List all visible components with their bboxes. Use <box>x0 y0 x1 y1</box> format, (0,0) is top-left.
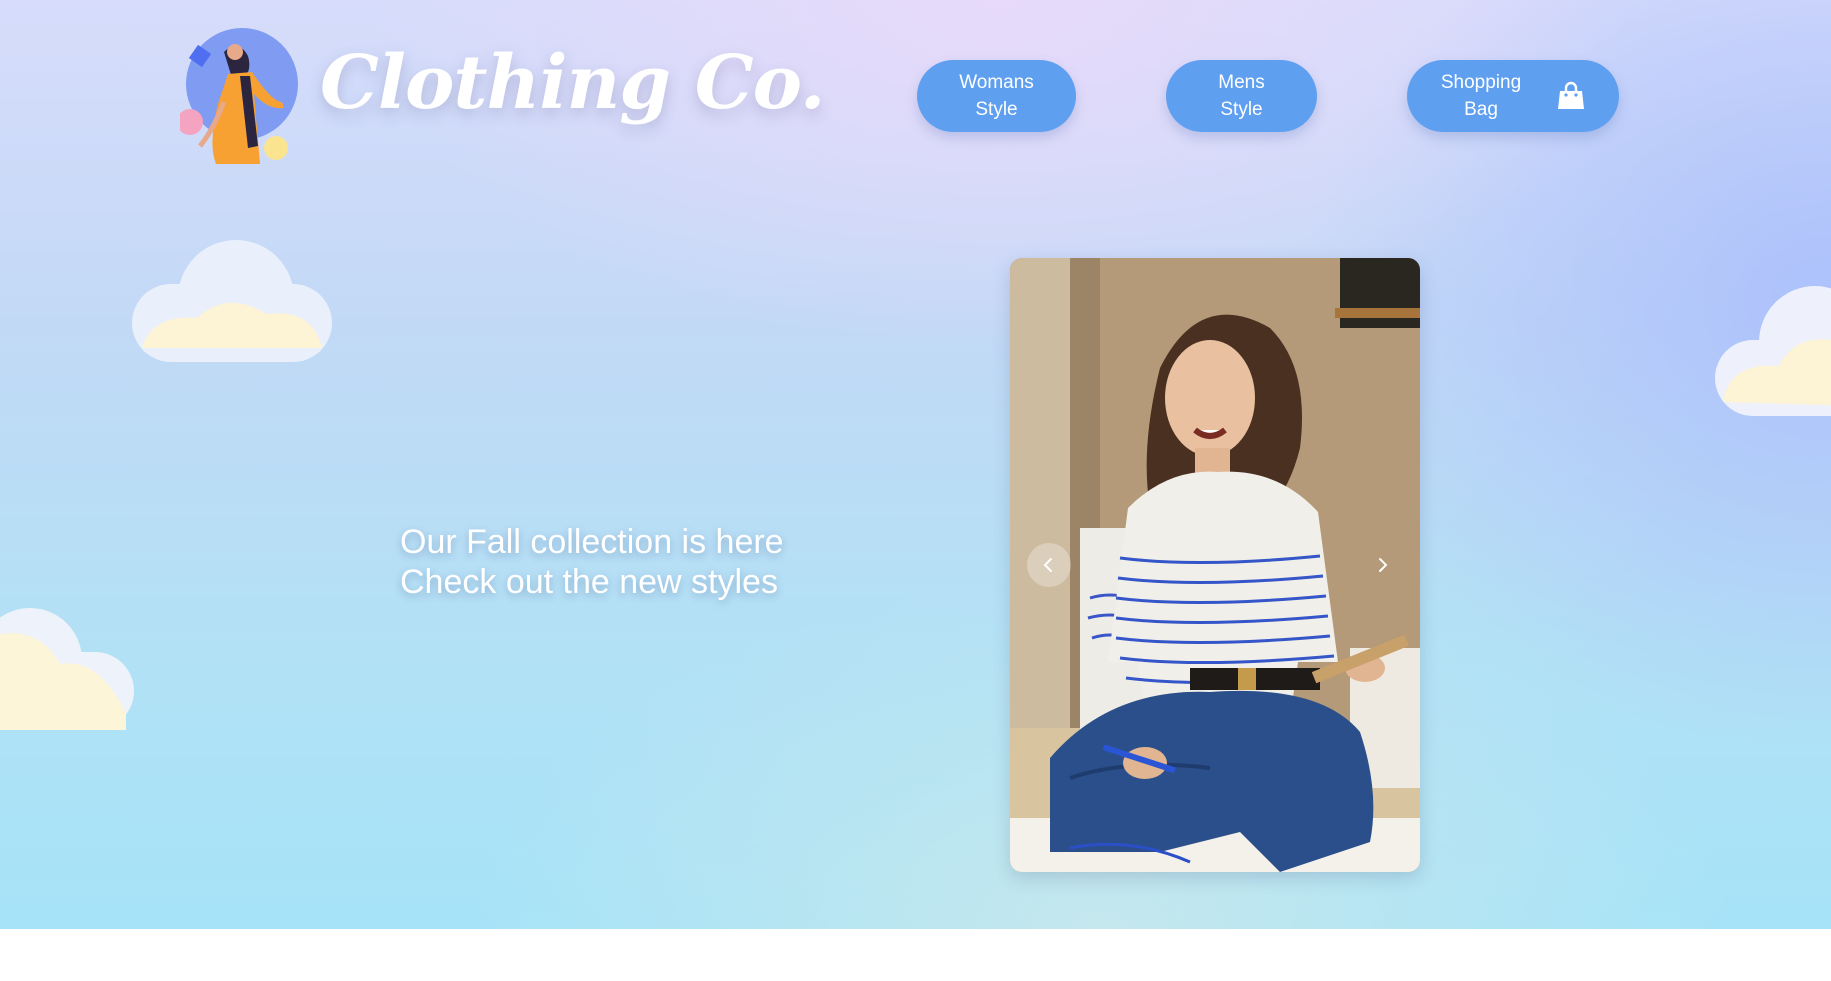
hero-tagline-line-1: Our Fall collection is here <box>400 523 784 561</box>
mens-style-label-1: Mens <box>1218 72 1265 93</box>
logo-icon[interactable] <box>180 22 310 168</box>
cloud-decoration <box>0 608 134 730</box>
mens-style-button[interactable]: Mens Style <box>1166 60 1317 132</box>
brand-name[interactable]: Clothing Co. <box>320 40 825 126</box>
chevron-left-icon <box>1043 558 1052 572</box>
cloud-decoration <box>1715 286 1831 416</box>
hero-section: Clothing Co. Womans Style Mens Style Sho… <box>0 0 1831 929</box>
carousel-photo <box>1010 258 1420 872</box>
shopping-bag-button[interactable]: Shopping Bag <box>1407 60 1619 132</box>
shopping-bag-icon <box>1558 81 1585 109</box>
carousel-next-button[interactable] <box>1360 543 1404 587</box>
hero-tagline-line-2: Check out the new styles <box>400 563 778 601</box>
shopping-bag-label-1: Shopping <box>1440 72 1522 93</box>
womens-style-button[interactable]: Womans Style <box>917 60 1076 132</box>
womens-style-label-2: Style <box>975 99 1018 120</box>
cloud-decoration <box>132 240 332 362</box>
page-footer-band <box>0 929 1831 981</box>
hero-tagline: Our Fall collection is here Check out th… <box>400 522 784 602</box>
image-carousel[interactable] <box>1010 258 1420 872</box>
carousel-prev-button[interactable] <box>1027 543 1071 587</box>
mens-style-label-2: Style <box>1220 99 1263 120</box>
womens-style-label-1: Womans <box>959 72 1034 93</box>
shopping-bag-label-2: Bag <box>1464 99 1498 120</box>
chevron-right-icon <box>1379 558 1388 572</box>
